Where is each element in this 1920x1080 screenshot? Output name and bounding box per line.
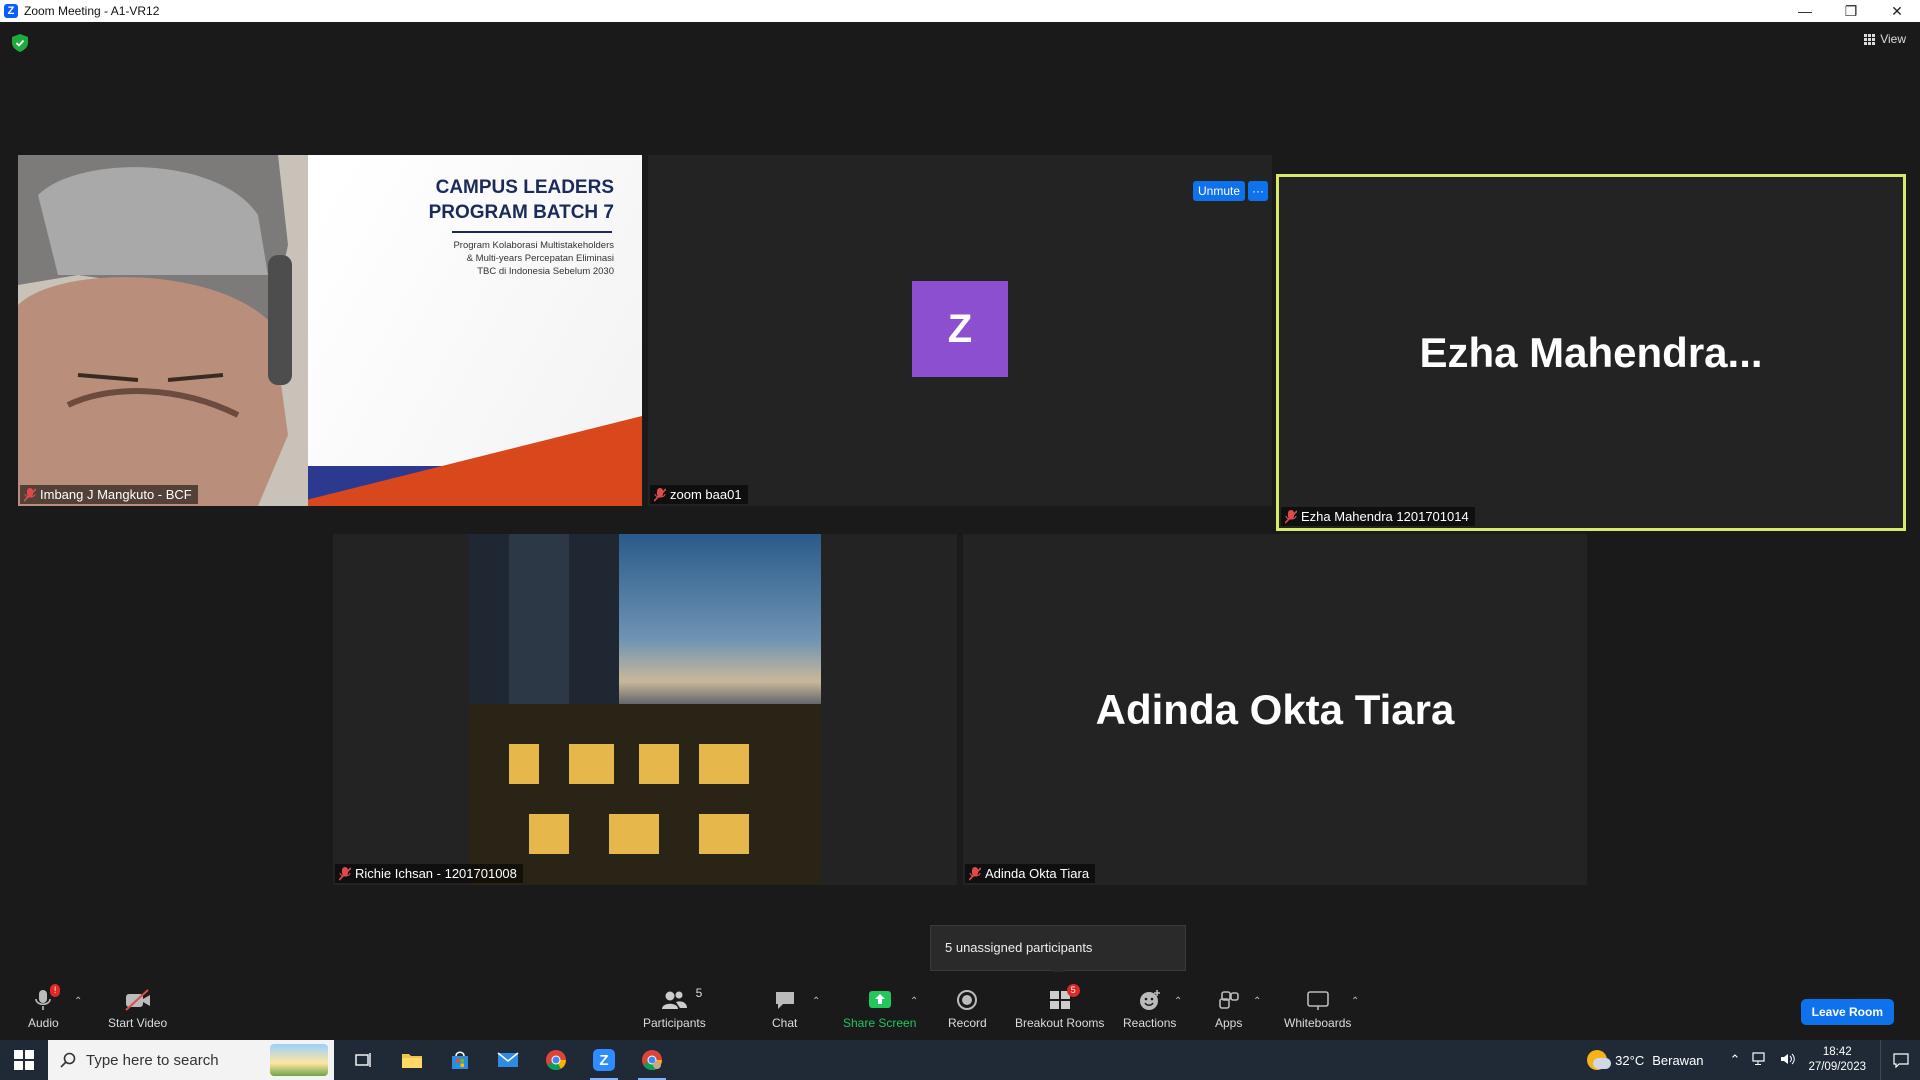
participant-video	[469, 534, 821, 885]
chrome-profile-icon[interactable]	[628, 1040, 676, 1080]
windows-logo-icon	[14, 1050, 34, 1070]
participant-name-tag: zoom baa01	[650, 485, 748, 504]
audio-alert-badge: !	[49, 984, 61, 997]
leave-room-button[interactable]: Leave Room	[1800, 999, 1894, 1025]
more-options-button[interactable]: ···	[1248, 181, 1268, 201]
show-hidden-icons-chevron-icon[interactable]: ⌃	[1730, 1052, 1741, 1068]
mic-muted-icon	[654, 487, 666, 502]
view-button[interactable]: View	[1864, 32, 1906, 46]
weather-condition: Berawan	[1652, 1052, 1704, 1068]
zoom-icon: Z	[4, 4, 18, 18]
share-screen-icon	[868, 991, 891, 1008]
windows-taskbar: Type here to search Z 32°C Berawan ⌃ 18:…	[0, 1040, 1920, 1080]
whiteboards-options-caret[interactable]: ⌃	[1351, 996, 1359, 1007]
video-tile-zoom-baa01[interactable]: Z zoom baa01	[648, 155, 1272, 506]
svg-text:Z: Z	[599, 1052, 608, 1069]
network-icon[interactable]	[1752, 1052, 1768, 1066]
slide-divider	[452, 231, 612, 233]
mic-muted-icon	[969, 866, 981, 881]
store-icon[interactable]	[436, 1040, 484, 1080]
building-silhouette	[469, 704, 821, 885]
share-screen-button[interactable]: Share Screen	[843, 988, 916, 1030]
chat-button[interactable]: Chat	[772, 988, 797, 1030]
whiteboards-button[interactable]: Whiteboards	[1284, 988, 1351, 1030]
record-button[interactable]: Record	[948, 988, 987, 1030]
zoom-icon[interactable]: Z	[580, 1040, 628, 1080]
participant-name: Ezha Mahendra 1201701014	[1301, 509, 1469, 524]
participant-name-tag: Adinda Okta Tiara	[965, 864, 1096, 883]
mic-muted-icon	[24, 487, 36, 502]
audio-button[interactable]: ! Audio	[28, 984, 61, 1030]
slide-subtitle: Program Kolaborasi Multistakeholders & M…	[453, 240, 614, 277]
participant-name: Adinda Okta Tiara	[985, 866, 1090, 881]
restore-button[interactable]: ❐	[1828, 0, 1874, 22]
video-off-icon	[124, 989, 150, 1011]
unmute-button[interactable]: Unmute	[1193, 181, 1246, 201]
chat-options-caret[interactable]: ⌃	[812, 996, 820, 1007]
participants-icon	[662, 991, 688, 1009]
close-button[interactable]: ✕	[1874, 0, 1920, 22]
slide-decoration	[282, 416, 642, 506]
volume-icon[interactable]	[1780, 1052, 1796, 1066]
avatar: Z	[912, 281, 1008, 377]
apps-button[interactable]: Apps	[1215, 988, 1242, 1030]
whiteboard-icon	[1306, 991, 1329, 1010]
video-tile-imbang[interactable]: CAMPUS LEADERS PROGRAM BATCH 7 Program K…	[18, 155, 642, 506]
chat-icon	[775, 992, 794, 1009]
video-tile-adinda[interactable]: Adinda Okta Tiara Adinda Okta Tiara	[963, 534, 1587, 885]
weather-widget[interactable]: 32°C Berawan	[1587, 1050, 1704, 1070]
audio-options-caret[interactable]: ⌃	[74, 996, 82, 1007]
reactions-button[interactable]: Reactions	[1123, 988, 1176, 1030]
search-icon	[60, 1052, 76, 1068]
record-icon	[957, 990, 978, 1010]
breakout-badge: 5	[1066, 984, 1080, 997]
mic-muted-icon	[1285, 509, 1297, 524]
share-options-caret[interactable]: ⌃	[910, 996, 918, 1007]
participant-name-tag: Imbang J Mangkuto - BCF	[20, 485, 198, 504]
apps-icon	[1218, 991, 1239, 1009]
window-title: Zoom Meeting - A1-VR12	[24, 4, 160, 18]
weather-temperature: 32°C	[1615, 1052, 1645, 1068]
system-clock[interactable]: 18:42 27/09/2023	[1808, 1045, 1866, 1075]
mic-muted-icon	[339, 866, 351, 881]
security-shield-icon[interactable]	[12, 34, 28, 52]
building-silhouette	[509, 534, 569, 704]
meeting-toolbar: ! Audio ⌃ Start Video 5 Participants Cha…	[0, 972, 1920, 1040]
taskbar-search[interactable]: Type here to search	[48, 1040, 334, 1080]
notifications-icon[interactable]	[1880, 1040, 1920, 1080]
participant-count: 5	[695, 986, 703, 1000]
view-label: View	[1880, 32, 1906, 46]
reactions-options-caret[interactable]: ⌃	[1174, 996, 1182, 1007]
participant-display-name: Adinda Okta Tiara	[1095, 685, 1455, 733]
mail-icon[interactable]	[484, 1040, 532, 1080]
participant-display-name: Ezha Mahendra...	[1419, 328, 1763, 376]
presenter-video	[18, 155, 308, 506]
participant-name: Richie Ichsan - 1201701008	[355, 866, 517, 881]
file-explorer-icon[interactable]	[388, 1040, 436, 1080]
search-highlight-image	[270, 1044, 328, 1076]
breakout-tooltip: 5 unassigned participants	[930, 925, 1186, 977]
grid-view-icon	[1864, 33, 1876, 45]
participants-button[interactable]: 5 Participants	[643, 986, 706, 1030]
weather-cloudy-icon	[1587, 1050, 1612, 1070]
task-view-icon[interactable]	[340, 1040, 388, 1080]
window-titlebar: Z Zoom Meeting - A1-VR12 — ❐ ✕	[0, 0, 1920, 22]
search-placeholder: Type here to search	[86, 1051, 219, 1069]
slide-title: CAMPUS LEADERS PROGRAM BATCH 7	[428, 177, 614, 223]
participant-name: zoom baa01	[670, 487, 742, 502]
start-video-button[interactable]: Start Video	[108, 988, 167, 1030]
video-tile-ezha[interactable]: Ezha Mahendra... Ezha Mahendra 120170101…	[1276, 174, 1906, 531]
start-button[interactable]	[0, 1040, 48, 1080]
participant-name-tag: Ezha Mahendra 1201701014	[1281, 507, 1475, 526]
reactions-icon	[1139, 990, 1160, 1010]
participant-name-tag: Richie Ichsan - 1201701008	[335, 864, 523, 883]
breakout-rooms-button[interactable]: 5 Breakout Rooms	[1015, 984, 1104, 1030]
minimize-button[interactable]: —	[1782, 0, 1828, 22]
video-tile-richie[interactable]: Richie Ichsan - 1201701008	[333, 534, 957, 885]
chrome-icon[interactable]	[532, 1040, 580, 1080]
participant-name: Imbang J Mangkuto - BCF	[40, 487, 192, 502]
apps-options-caret[interactable]: ⌃	[1253, 996, 1261, 1007]
